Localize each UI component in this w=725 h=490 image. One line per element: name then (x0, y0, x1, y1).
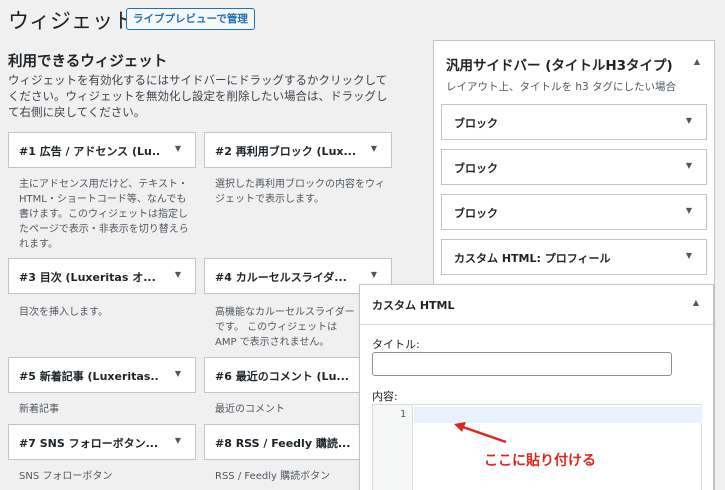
widget-description: SNS フォローボタン (19, 471, 113, 482)
chevron-down-icon[interactable]: ▼ (371, 144, 377, 153)
widget-ad[interactable]: #1 広告 / アドセンス (Lu... ▼ (8, 132, 196, 168)
widget-sns-follow[interactable]: #7 SNS フォローボタン... ▼ (8, 424, 196, 460)
chevron-down-icon[interactable]: ▼ (175, 436, 181, 445)
widget-title: #8 RSS / Feedly 購読... (215, 437, 351, 450)
widget-title: カスタム HTML (372, 299, 455, 312)
widget-title: #4 カルーセルスライダ... (215, 271, 347, 284)
sidebar-widget-block[interactable]: ブロック ▼ (441, 149, 707, 185)
widget-description: 選択した再利用ブロックの内容をウィジェットで表示します。 (215, 179, 385, 205)
widget-title: #7 SNS フォローボタン... (19, 437, 159, 450)
sidebar-title[interactable]: 汎用サイドバー (タイトルH3タイプ) (446, 54, 673, 74)
widget-title: #6 最近のコメント (Lu... (215, 370, 349, 383)
annotation-text: ここに貼り付ける (484, 453, 596, 469)
widget-title: #3 目次 (Luxeritas オ... (19, 271, 156, 284)
widget-title: #1 広告 / アドセンス (Lu... (19, 145, 159, 158)
widget-description: 新着記事 (19, 404, 59, 415)
chevron-down-icon[interactable]: ▼ (686, 251, 692, 260)
widget-title: #5 新着記事 (Luxeritas... (19, 370, 159, 383)
chevron-up-icon[interactable]: ▲ (693, 298, 699, 307)
line-number: 1 (399, 409, 406, 420)
widget-description: 高機能なカルーセルスライダーです。 このウィジェットは AMP で表示されません… (215, 307, 355, 348)
available-widgets-description: ウィジェットを有効化するにはサイドバーにドラッグするかクリックしてください。ウィ… (8, 73, 388, 119)
widget-title: ブロック (454, 207, 498, 220)
chevron-down-icon[interactable]: ▼ (686, 116, 692, 125)
widget-description: 目次を挿入します。 (19, 307, 108, 318)
chevron-down-icon[interactable]: ▼ (686, 161, 692, 170)
chevron-down-icon[interactable]: ▼ (175, 144, 181, 153)
line-number-gutter: 1 (373, 405, 413, 490)
sidebar-description: レイアウト上、タイトルを h3 タグにしたい場合 (446, 81, 677, 93)
available-widgets-title: 利用できるウィジェット (8, 54, 168, 70)
widget-reusable-block[interactable]: #2 再利用ブロック (Lux... ▼ (204, 132, 392, 168)
sidebar-widget-block[interactable]: ブロック ▼ (441, 194, 707, 230)
widget-title: カスタム HTML: プロフィール (454, 252, 611, 265)
chevron-up-icon[interactable]: ▲ (694, 57, 700, 66)
annotation-arrow-icon (454, 422, 507, 444)
chevron-down-icon[interactable]: ▼ (175, 369, 181, 378)
widget-toc[interactable]: #3 目次 (Luxeritas オ... ▼ (8, 258, 196, 294)
widget-description: 主にアドセンス用だけど、テキスト・HTML・ショートコード等、なんでも書けます。… (19, 179, 189, 250)
sidebar-widget-block[interactable]: ブロック ▼ (441, 104, 707, 140)
chevron-down-icon[interactable]: ▼ (175, 270, 181, 279)
chevron-down-icon[interactable]: ▼ (371, 270, 377, 279)
widget-title: #2 再利用ブロック (Lux... (215, 145, 355, 158)
widget-title: ブロック (454, 117, 498, 130)
content-field-label: 内容: (372, 390, 398, 403)
widget-recent-posts[interactable]: #5 新着記事 (Luxeritas... ▼ (8, 357, 196, 393)
page-title: ウィジェット (8, 9, 134, 33)
widget-title: ブロック (454, 162, 498, 175)
live-preview-button[interactable]: ライブプレビューで管理 (126, 8, 255, 30)
code-editor[interactable]: 1 (372, 404, 702, 490)
custom-html-header[interactable]: カスタム HTML ▲ (360, 285, 713, 325)
chevron-down-icon[interactable]: ▼ (686, 206, 692, 215)
title-input[interactable] (372, 352, 672, 376)
title-field-label: タイトル: (372, 338, 420, 351)
sidebar-widget-custom-html-profile[interactable]: カスタム HTML: プロフィール ▼ (441, 239, 707, 275)
